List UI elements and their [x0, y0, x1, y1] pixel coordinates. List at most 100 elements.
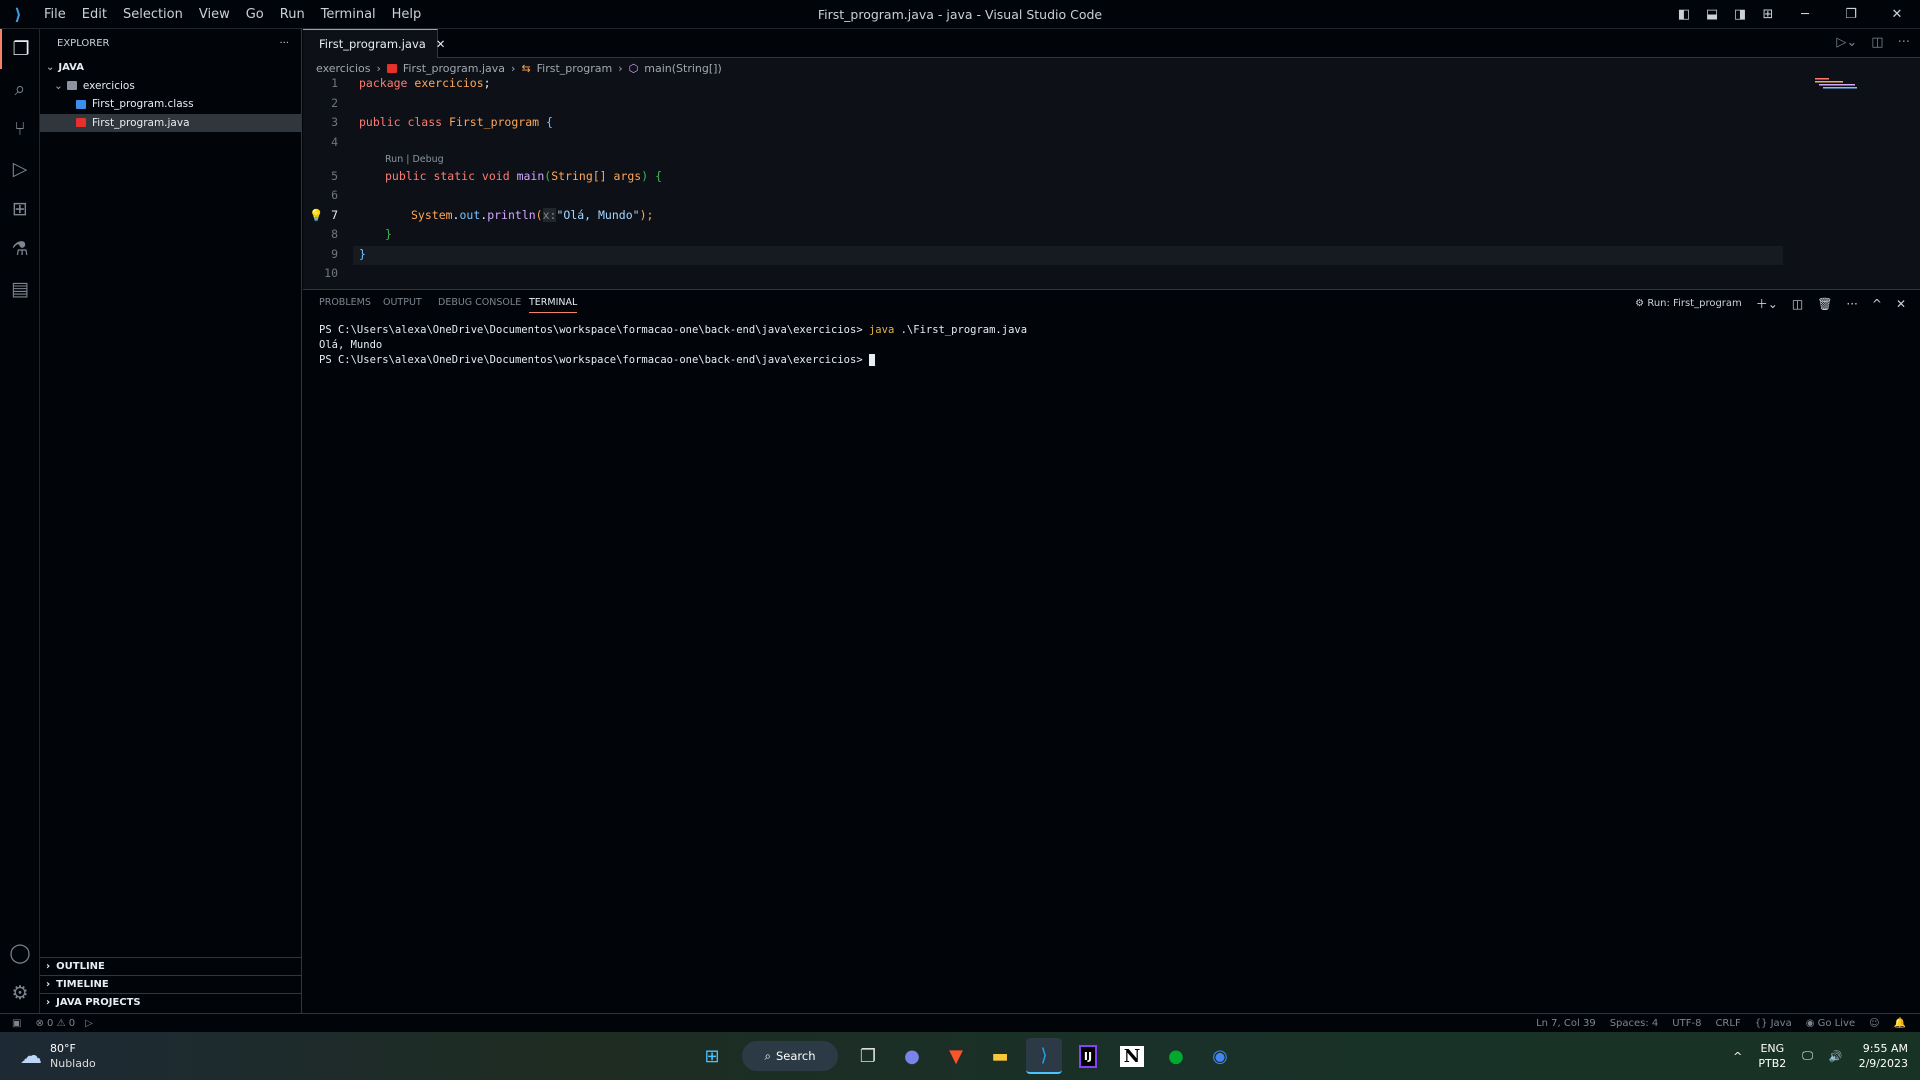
more-actions-icon[interactable]: ··· — [1846, 297, 1857, 311]
tab-first-program-java[interactable]: First_program.java ✕ — [303, 29, 445, 58]
task-view-icon[interactable]: ❐ — [850, 1038, 886, 1074]
search-icon[interactable]: ⌕ — [0, 69, 40, 109]
title-bar: ⟩ File Edit Selection View Go Run Termin… — [0, 0, 1920, 29]
brave-browser-icon[interactable]: ▼ — [938, 1038, 974, 1074]
split-editor-icon[interactable]: ◫ — [1871, 35, 1883, 50]
menu-run[interactable]: Run — [272, 7, 313, 22]
code-line-1: package exercicios; — [359, 76, 491, 90]
debug-icon: ⚙ — [1635, 298, 1645, 309]
run-debug-icon[interactable]: ▷ — [0, 149, 40, 189]
notebook-icon[interactable]: ▤ — [0, 269, 40, 309]
bell-icon[interactable]: 🔔 — [1894, 1018, 1906, 1029]
testing-icon[interactable]: ⚗ — [0, 229, 40, 269]
tab-output[interactable]: OUTPUT — [383, 297, 422, 312]
start-icon[interactable]: ⊞ — [694, 1038, 730, 1074]
network-icon[interactable]: 🖵 — [1802, 1049, 1813, 1063]
terminal-instance[interactable]: ⚙ Run: First_program — [1635, 298, 1742, 309]
account-icon[interactable]: ◯ — [0, 933, 40, 973]
more-actions-icon[interactable]: ··· — [1898, 35, 1910, 50]
close-panel-icon[interactable]: ✕ — [1896, 297, 1906, 311]
evernote-icon[interactable]: ● — [1158, 1038, 1194, 1074]
terminal-cursor: _ — [868, 354, 876, 366]
search-button[interactable]: ⌕ Search — [742, 1041, 838, 1071]
teams-chat-icon[interactable]: ● — [894, 1038, 930, 1074]
section-java-projects[interactable]: › JAVA PROJECTS — [40, 993, 301, 1011]
terminal-prompt[interactable]: PS C:\Users\alexa\OneDrive\Documentos\wo… — [319, 354, 876, 366]
tab-debug-console[interactable]: DEBUG CONSOLE — [438, 297, 521, 312]
tab-terminal[interactable]: TERMINAL — [529, 297, 578, 313]
taskbar: ☁ 80°F Nublado ⊞ ⌕ Search ❐ ● ▼ ▬ ⟩ IJ N ●… — [0, 1032, 1920, 1080]
tree-file[interactable]: First_program.class — [40, 95, 301, 114]
tree-file[interactable]: First_program.java — [40, 113, 301, 132]
source-control-icon[interactable]: ⑂ — [0, 109, 40, 149]
menu-selection[interactable]: Selection — [115, 7, 191, 22]
tab-problems[interactable]: PROBLEMS — [319, 297, 371, 312]
menu-file[interactable]: File — [36, 7, 74, 22]
input-language[interactable]: ENG PTB2 — [1758, 1041, 1786, 1071]
intellij-icon[interactable]: IJ — [1070, 1038, 1106, 1074]
encoding[interactable]: UTF-8 — [1672, 1018, 1701, 1029]
language-mode[interactable]: {} Java — [1755, 1018, 1792, 1029]
line-number: 9 — [331, 246, 338, 261]
run-debug-status-icon[interactable]: ▷ — [85, 1018, 93, 1029]
minimize-button[interactable]: ─ — [1782, 7, 1828, 22]
go-live-button[interactable]: ◉ Go Live — [1806, 1018, 1855, 1029]
search-icon: ⌕ — [764, 1048, 771, 1063]
new-terminal-icon[interactable]: ＋⌄ — [1756, 295, 1778, 312]
menu-view[interactable]: View — [191, 7, 238, 22]
terminal-line[interactable]: PS C:\Users\alexa\OneDrive\Documentos\wo… — [319, 324, 1027, 336]
code-line-9: } — [359, 246, 366, 261]
menu-help[interactable]: Help — [384, 7, 430, 22]
tree-folder[interactable]: ⌄ exercicios — [40, 77, 301, 96]
menu-terminal[interactable]: Terminal — [313, 7, 384, 22]
show-hidden-icons-icon[interactable]: ^ — [1733, 1050, 1742, 1063]
section-outline[interactable]: › OUTLINE — [40, 957, 301, 975]
menu-go[interactable]: Go — [238, 7, 272, 22]
java-file-icon — [386, 64, 397, 73]
split-terminal-icon[interactable]: ◫ — [1792, 297, 1803, 311]
cursor-position[interactable]: Ln 7, Col 39 — [1536, 1018, 1596, 1029]
bottom-panel: PROBLEMS OUTPUT DEBUG CONSOLE TERMINAL ⚙… — [303, 289, 1920, 1013]
feedback-icon[interactable]: ☺ — [1869, 1018, 1879, 1029]
remote-icon[interactable]: ▣ — [12, 1018, 21, 1029]
editor-tabs: First_program.java ✕ ▷⌄ ◫ ··· — [303, 29, 1920, 58]
problems-status[interactable]: ⊗ 0 ⚠ 0 — [35, 1018, 75, 1029]
tree-root[interactable]: ⌄ JAVA — [40, 58, 301, 77]
volume-icon[interactable]: 🔊 — [1829, 1050, 1843, 1063]
breadcrumb-method[interactable]: main(String[]) — [644, 62, 721, 75]
status-bar: ▣ ⊗ 0 ⚠ 0 ▷ Ln 7, Col 39 Spaces: 4 UTF-8… — [0, 1013, 1920, 1032]
weather-widget[interactable]: ☁ 80°F Nublado — [20, 1041, 96, 1071]
toggle-panel-icon[interactable]: ⬓ — [1698, 7, 1726, 22]
more-actions-icon[interactable]: ··· — [279, 38, 289, 49]
vscode-taskbar-icon[interactable]: ⟩ — [1026, 1038, 1062, 1074]
section-timeline[interactable]: › TIMELINE — [40, 975, 301, 993]
menu-edit[interactable]: Edit — [74, 7, 115, 22]
lightbulb-icon[interactable]: 💡 — [309, 206, 323, 225]
kill-terminal-icon[interactable]: 🗑 — [1817, 297, 1832, 311]
breadcrumb-class[interactable]: First_program — [537, 62, 613, 75]
close-window-button[interactable]: ✕ — [1874, 7, 1920, 22]
chrome-icon[interactable]: ◉ — [1202, 1038, 1238, 1074]
indentation[interactable]: Spaces: 4 — [1610, 1018, 1659, 1029]
class-icon: ⇆ — [521, 62, 531, 75]
explorer-sidebar: EXPLORER ··· ⌄ JAVA ⌄ exercicios First_prog… — [40, 29, 302, 1013]
maximize-panel-icon[interactable]: ^ — [1872, 297, 1882, 311]
notion-icon[interactable]: N — [1114, 1038, 1150, 1074]
folder-icon — [66, 81, 77, 91]
line-ending[interactable]: CRLF — [1715, 1018, 1740, 1029]
clock[interactable]: 9:55 AM 2/9/2023 — [1859, 1041, 1908, 1071]
code-line-3: public class First_program { — [359, 115, 553, 130]
run-icon[interactable]: ▷⌄ — [1836, 35, 1857, 50]
toggle-secondary-sidebar-icon[interactable]: ◨ — [1726, 7, 1754, 22]
explorer-icon[interactable]: ❐ — [0, 29, 40, 69]
file-explorer-icon[interactable]: ▬ — [982, 1038, 1018, 1074]
gear-icon[interactable]: ⚙ — [0, 973, 40, 1013]
close-tab-icon[interactable]: ✕ — [436, 37, 446, 51]
code-editor[interactable]: exercicios › First_program.java › ⇆ First_p… — [303, 58, 1920, 289]
minimap[interactable] — [1815, 76, 1860, 96]
toggle-sidebar-icon[interactable]: ◧ — [1670, 7, 1698, 22]
extensions-icon[interactable]: ⊞ — [0, 189, 40, 229]
restore-button[interactable]: ❐ — [1828, 7, 1874, 22]
chevron-right-icon: › — [46, 961, 51, 972]
customize-layout-icon[interactable]: ⊞ — [1754, 7, 1782, 22]
